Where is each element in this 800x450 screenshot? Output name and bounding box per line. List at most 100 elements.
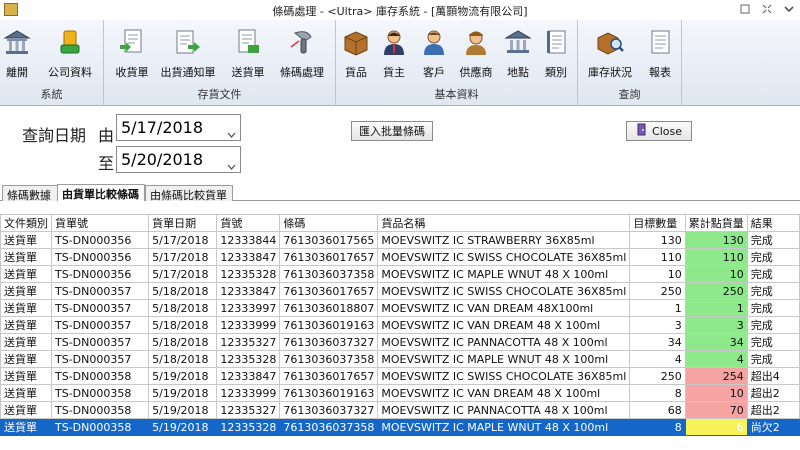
company-data-button[interactable]: 公司資料 — [40, 26, 100, 84]
goods-button[interactable]: 貨品 — [340, 26, 372, 84]
receiving-note-button[interactable]: 收貨單 — [110, 26, 154, 84]
barcode-scanner-icon — [286, 26, 318, 58]
cell-doc-no: TS-DN000358 — [50, 384, 150, 402]
cell-barcode: 7613036037327 — [279, 333, 379, 351]
column-header-target-qty[interactable]: 目標數量 — [629, 214, 686, 232]
chevron-down-icon[interactable] — [227, 123, 236, 142]
date-to-picker[interactable]: 5/20/2018 — [116, 146, 241, 173]
location-building-icon — [502, 26, 534, 58]
barcode-processing-button[interactable]: 條碼處理 — [276, 26, 328, 84]
delivery-note-button[interactable]: 送貨單 — [226, 26, 270, 84]
cell-counted-qty: 10 — [684, 265, 748, 283]
stock-status-label: 庫存狀況 — [588, 66, 632, 79]
cell-item-name: MOEVSWITZ IC MAPLE WNUT 48 X 100ml — [377, 265, 631, 283]
cell-barcode: 7613036037358 — [279, 265, 379, 283]
date-from-picker[interactable]: 5/17/2018 — [116, 114, 241, 141]
table-row[interactable]: 送貨單 TS-DN000356 5/17/2018 12333844 761303601… — [0, 231, 800, 249]
exit-button[interactable]: 離開 — [2, 26, 32, 84]
cell-item-no: 12333847 — [216, 282, 281, 300]
column-header-doc-type[interactable]: 文件類別 — [0, 214, 52, 232]
date-from-value: 5/17/2018 — [121, 118, 204, 137]
column-header-barcode[interactable]: 條碼 — [279, 214, 379, 232]
category-button[interactable]: 類別 — [540, 26, 572, 84]
customer-label: 客戶 — [423, 66, 445, 79]
report-button[interactable]: 報表 — [644, 26, 676, 84]
column-header-counted-qty[interactable]: 累計點貨量 — [684, 214, 748, 232]
cell-counted-qty: 110 — [684, 248, 748, 266]
import-barcode-button[interactable]: 匯入批量條碼 — [351, 121, 433, 141]
expand-icon[interactable] — [756, 0, 778, 18]
owner-button[interactable]: 貨主 — [378, 26, 410, 84]
table-row[interactable]: 送貨單 TS-DN000357 5/18/2018 12335327 761303603… — [0, 333, 800, 351]
cell-doc-no: TS-DN000356 — [50, 231, 150, 249]
goods-box-icon — [340, 26, 372, 58]
cell-doc-no: TS-DN000356 — [50, 248, 150, 266]
table-row[interactable]: 送貨單 TS-DN000358 5/19/2018 12333847 761303601… — [0, 367, 800, 385]
cell-counted-qty: 250 — [684, 282, 748, 300]
supplier-button[interactable]: 供應商 — [456, 26, 496, 84]
cell-doc-no: TS-DN000357 — [50, 316, 150, 334]
cell-item-name: MOEVSWITZ IC VAN DREAM 48X100ml — [377, 299, 631, 317]
cell-doc-date: 5/18/2018 — [148, 350, 218, 368]
column-header-item-name[interactable]: 貨品名稱 — [377, 214, 631, 232]
table-row[interactable]: 送貨單 TS-DN000357 5/18/2018 12333847 761303601… — [0, 282, 800, 300]
cell-result: 完成 — [746, 333, 800, 351]
cell-doc-type: 送貨單 — [0, 384, 52, 402]
minimize-icon[interactable] — [734, 0, 756, 18]
window-title: 條碼處理 - <Ultra> 庫存系統 - [萬顥物流有限公司] — [272, 5, 528, 18]
shipping-notice-button[interactable]: 出貨通知單 — [158, 26, 218, 84]
chevron-down-icon[interactable] — [227, 155, 236, 174]
table-row[interactable]: 送貨單 TS-DN000358 5/19/2018 12333999 761303601… — [0, 384, 800, 402]
column-header-doc-date[interactable]: 貨單日期 — [148, 214, 218, 232]
table-row[interactable]: 送貨單 TS-DN000357 5/18/2018 12333999 761303601… — [0, 316, 800, 334]
close-button[interactable]: Close — [626, 121, 692, 141]
customer-button[interactable]: 客戶 — [418, 26, 450, 84]
cell-doc-no: TS-DN000358 — [50, 418, 150, 436]
cell-barcode: 7613036037358 — [279, 350, 379, 368]
tab-compare-by-barcode[interactable]: 由條碼比較貨單 — [145, 185, 233, 202]
cell-item-no: 12333844 — [216, 231, 281, 249]
cell-doc-no: TS-DN000358 — [50, 367, 150, 385]
table-row[interactable]: 送貨單 TS-DN000358 5/19/2018 12335327 761303603… — [0, 401, 800, 419]
cell-item-name: MOEVSWITZ IC PANNACOTTA 48 X 100ml — [377, 333, 631, 351]
cell-result: 尚欠2 — [746, 418, 800, 436]
cell-result: 超出2 — [746, 401, 800, 419]
cell-doc-type: 送貨單 — [0, 333, 52, 351]
ribbon-group-label: 查詢 — [618, 88, 641, 101]
tab-strip: 條碼數據 由貨單比較條碼 由條碼比較貨單 — [0, 184, 800, 202]
cell-item-no: 12333847 — [216, 248, 281, 266]
stock-status-icon — [594, 26, 626, 58]
cell-result: 超出2 — [746, 384, 800, 402]
cell-doc-date: 5/19/2018 — [148, 401, 218, 419]
cell-item-no: 12333999 — [216, 316, 281, 334]
cell-doc-date: 5/18/2018 — [148, 333, 218, 351]
table-row[interactable]: 送貨單 TS-DN000358 5/19/2018 12335328 761303603… — [0, 418, 800, 436]
location-button[interactable]: 地點 — [500, 26, 536, 84]
comparison-grid[interactable]: 文件類別 貨單號 貨單日期 貨號 條碼 貨品名稱 目標數量 累計點貨量 結果 送… — [0, 214, 800, 450]
shipping-notice-icon — [172, 26, 204, 58]
door-exit-icon — [636, 123, 648, 139]
cell-doc-type: 送貨單 — [0, 248, 52, 266]
chevron-down-icon[interactable] — [778, 0, 800, 18]
cell-doc-type: 送貨單 — [0, 367, 52, 385]
tab-barcode-data[interactable]: 條碼數據 — [2, 185, 58, 202]
table-row[interactable]: 送貨單 TS-DN000357 5/18/2018 12333997 761303601… — [0, 299, 800, 317]
cell-item-name: MOEVSWITZ IC MAPLE WNUT 48 X 100ml — [377, 350, 631, 368]
date-to-label: 至 — [98, 154, 115, 173]
cell-counted-qty: 70 — [684, 401, 748, 419]
table-row[interactable]: 送貨單 TS-DN000356 5/17/2018 12333847 761303601… — [0, 248, 800, 266]
stock-status-button[interactable]: 庫存狀況 — [582, 26, 638, 84]
tab-compare-by-document[interactable]: 由貨單比較條碼 — [57, 184, 145, 201]
column-header-item-no[interactable]: 貨號 — [216, 214, 281, 232]
cell-barcode: 7613036037327 — [279, 401, 379, 419]
cell-barcode: 7613036017657 — [279, 248, 379, 266]
receiving-note-label: 收貨單 — [115, 66, 149, 79]
column-header-result[interactable]: 結果 — [746, 214, 800, 232]
table-row[interactable]: 送貨單 TS-DN000356 5/17/2018 12335328 761303603… — [0, 265, 800, 283]
ribbon-group-label: 存貨文件 — [197, 88, 242, 101]
query-filter-panel: 查詢日期 由 至 5/17/2018 5/20/2018 匯入批量條碼 Clos… — [0, 106, 800, 182]
cell-target-qty: 110 — [629, 248, 686, 266]
table-row[interactable]: 送貨單 TS-DN000357 5/18/2018 12335328 761303603… — [0, 350, 800, 368]
category-label: 類別 — [545, 66, 567, 79]
column-header-doc-no[interactable]: 貨單號 — [50, 214, 150, 232]
